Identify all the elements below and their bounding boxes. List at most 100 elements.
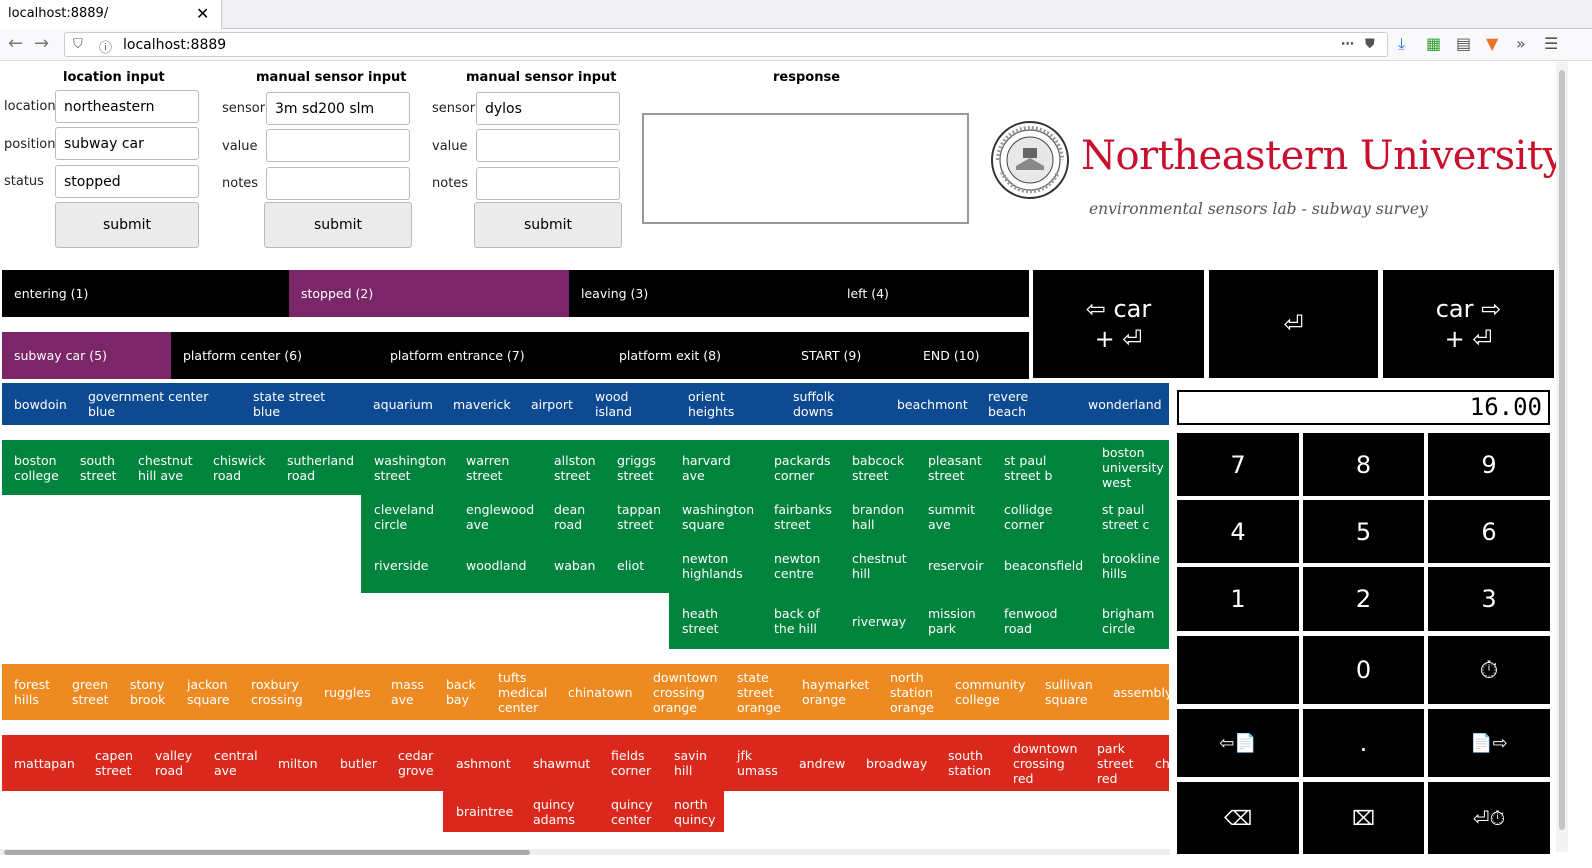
stop-button[interactable]: quincy adams — [533, 791, 575, 832]
vertical-scroll-thumb[interactable] — [1559, 70, 1565, 830]
status-leaving-button[interactable]: leaving (3) — [569, 270, 835, 317]
stop-button[interactable]: savin hill — [674, 735, 707, 791]
stop-button[interactable]: state street blue — [253, 383, 325, 425]
stop-button[interactable]: pleasant street — [928, 440, 982, 495]
key-0[interactable]: 0 — [1303, 636, 1424, 704]
stop-button[interactable]: reservoir — [928, 538, 984, 593]
stop-button[interactable]: roxbury crossing — [251, 664, 303, 720]
stop-button[interactable]: community college — [955, 664, 1026, 720]
stop-button[interactable]: fields corner — [611, 735, 651, 791]
stop-button[interactable]: chiswick road — [213, 440, 266, 495]
position-platform-exit-button[interactable]: platform exit (8) — [607, 332, 789, 379]
stop-button[interactable]: babcock street — [852, 440, 904, 495]
stop-button[interactable]: jackon square — [187, 664, 230, 720]
status-left-button[interactable]: left (4) — [835, 270, 1029, 317]
stop-button[interactable]: capen street — [95, 735, 133, 791]
position-platform-entrance-button[interactable]: platform entrance (7) — [378, 332, 607, 379]
stop-button[interactable]: central ave — [214, 735, 258, 791]
sensor-submit-button-2[interactable]: submit — [474, 202, 622, 248]
stop-button[interactable]: packards corner — [774, 440, 831, 495]
stop-button[interactable]: north station orange — [890, 664, 934, 720]
key-3[interactable]: 3 — [1428, 567, 1550, 631]
stop-button[interactable]: orient heights — [688, 383, 734, 425]
stop-button[interactable]: wood island — [595, 383, 632, 425]
stop-button[interactable]: woodland — [466, 538, 526, 593]
stop-button[interactable]: mass ave — [391, 664, 424, 720]
menu-icon[interactable]: ☰ — [1544, 34, 1558, 53]
key-1[interactable]: 1 — [1177, 567, 1299, 631]
stop-button[interactable]: downtown crossing red — [1013, 735, 1077, 791]
stop-button[interactable]: harvard ave — [682, 440, 731, 495]
stop-button[interactable]: government center blue — [88, 383, 208, 425]
stop-button[interactable]: newton highlands — [682, 538, 743, 593]
stop-button[interactable]: warren street — [466, 440, 509, 495]
stop-button[interactable]: maverick — [453, 383, 511, 425]
stop-button[interactable]: butler — [340, 735, 377, 791]
extension-icon[interactable]: ▦ — [1426, 34, 1441, 53]
sensor-submit-button-1[interactable]: submit — [264, 202, 412, 248]
stop-button[interactable]: valley road — [155, 735, 192, 791]
stop-button[interactable]: milton — [278, 735, 318, 791]
stop-button[interactable]: sullivan square — [1045, 664, 1093, 720]
key-8[interactable]: 8 — [1303, 433, 1424, 496]
stop-button[interactable]: stony brook — [130, 664, 165, 720]
value-field-2[interactable] — [476, 129, 620, 162]
stop-button[interactable]: boston college — [14, 440, 59, 495]
status-stopped-button[interactable]: stopped (2) — [289, 270, 569, 317]
stop-button[interactable]: eliot — [617, 538, 644, 593]
position-start-button[interactable]: START (9) — [789, 332, 911, 379]
position-platform-center-button[interactable]: platform center (6) — [171, 332, 378, 379]
stop-button[interactable]: green street — [72, 664, 109, 720]
trash-icon[interactable]: ▼ — [1486, 34, 1498, 53]
key-4[interactable]: 4 — [1177, 500, 1299, 563]
stop-button[interactable]: haymarket orange — [802, 664, 869, 720]
stop-button[interactable]: fairbanks street — [774, 495, 832, 538]
enter-button[interactable]: ⏎ — [1209, 270, 1378, 378]
close-tab-icon[interactable]: ✕ — [196, 4, 209, 23]
status-field[interactable] — [55, 165, 199, 198]
stop-button[interactable]: airport — [531, 383, 573, 425]
stop-button[interactable]: ch — [1155, 735, 1169, 791]
status-entering-button[interactable]: entering (1) — [2, 270, 289, 317]
stop-button[interactable]: griggs street — [617, 440, 656, 495]
stop-button[interactable]: st paul street c — [1102, 495, 1149, 538]
stop-button[interactable]: mission park — [928, 593, 976, 649]
stop-button[interactable]: englewood ave — [466, 495, 534, 538]
stop-button[interactable]: allston street — [554, 440, 596, 495]
key-7[interactable]: 7 — [1177, 433, 1299, 496]
stop-button[interactable]: state street orange — [737, 664, 781, 720]
stop-button[interactable]: brigham circle — [1102, 593, 1154, 649]
stop-button[interactable]: mattapan — [14, 735, 75, 791]
stop-button[interactable]: boston university west — [1102, 440, 1164, 495]
stop-button[interactable]: collidge corner — [1004, 495, 1053, 538]
stop-button[interactable]: dean road — [554, 495, 585, 538]
sensor-field-1[interactable] — [266, 92, 410, 125]
stop-button[interactable]: wonderland — [1088, 383, 1162, 425]
stop-button[interactable]: broadway — [866, 735, 927, 791]
stop-button[interactable]: st paul street b — [1004, 440, 1052, 495]
more-icon[interactable]: ⋯ — [1341, 37, 1354, 52]
stop-button[interactable]: tappan street — [617, 495, 661, 538]
stop-button[interactable]: chestnut hill ave — [138, 440, 193, 495]
stop-button[interactable]: sutherland road — [287, 440, 354, 495]
stop-button[interactable]: back bay — [446, 664, 476, 720]
location-submit-button[interactable]: submit — [55, 202, 199, 248]
stop-button[interactable]: revere beach — [988, 383, 1028, 425]
notes-field-2[interactable] — [476, 167, 620, 200]
stop-button[interactable]: newton centre — [774, 538, 820, 593]
stop-button[interactable]: riverway — [852, 593, 906, 649]
previous-car-button[interactable]: ⇦ car + ⏎ — [1033, 270, 1204, 378]
browser-tab[interactable]: localhost:8889/ ✕ — [0, 0, 222, 29]
stop-button[interactable]: beachmont — [897, 383, 968, 425]
reader-icon[interactable]: ▤ — [1456, 34, 1471, 53]
timer-icon[interactable]: ⏱ — [1428, 636, 1550, 704]
stop-button[interactable]: chestnut hill — [852, 538, 907, 593]
stop-button[interactable]: park street red — [1097, 735, 1134, 791]
stop-button[interactable]: cedar grove — [398, 735, 434, 791]
stop-button[interactable]: andrew — [799, 735, 845, 791]
stop-button[interactable]: riverside — [374, 538, 428, 593]
download-icon[interactable]: ⤓ — [1398, 34, 1405, 54]
position-end-button[interactable]: END (10) — [911, 332, 1029, 379]
stop-button[interactable]: quincy center — [611, 791, 653, 832]
position-field[interactable] — [55, 127, 199, 160]
